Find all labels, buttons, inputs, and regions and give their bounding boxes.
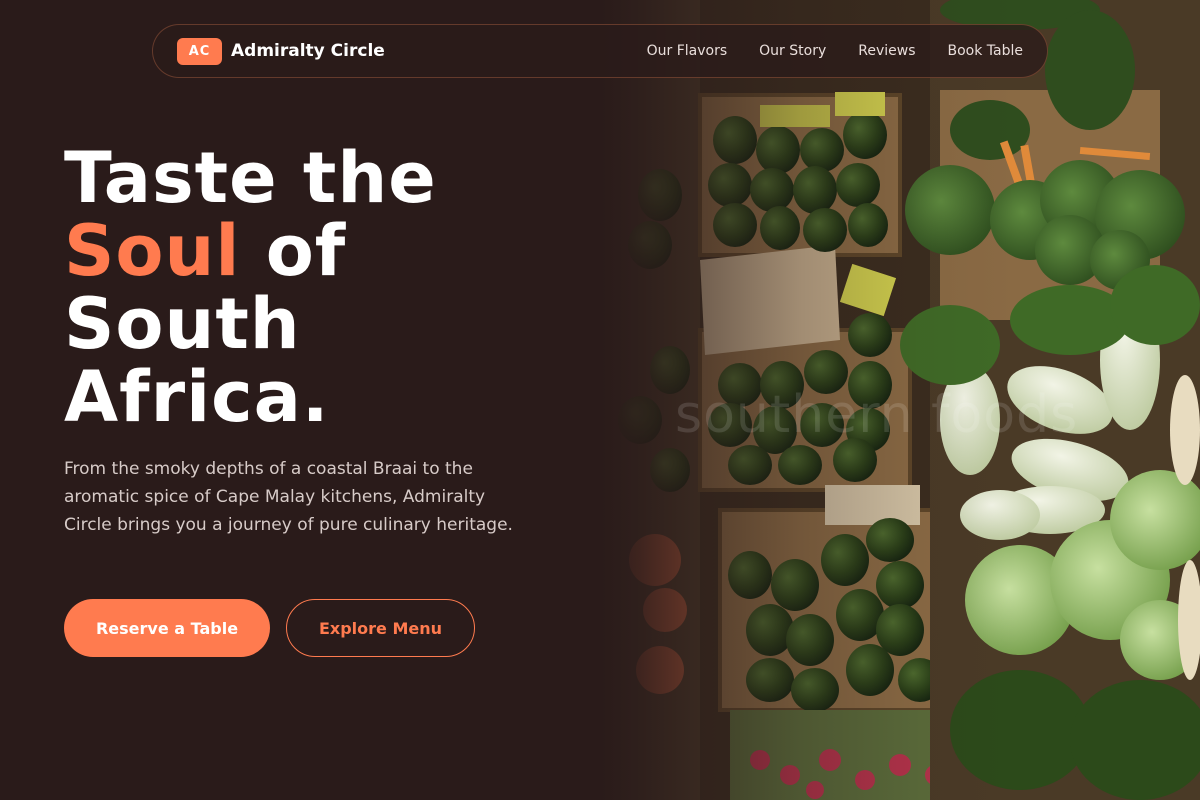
explore-menu-button[interactable]: Explore Menu: [286, 599, 475, 657]
hero-lead-paragraph: From the smoky depths of a coastal Braai…: [64, 459, 513, 535]
hero-headline: Taste the Soul of South Africa.: [64, 142, 584, 434]
brand-name: Admiralty Circle: [231, 41, 385, 61]
nav-link-our-flavors[interactable]: Our Flavors: [647, 43, 728, 59]
top-navbar: AC Admiralty Circle Our Flavors Our Stor…: [152, 24, 1048, 78]
nav-links: Our Flavors Our Story Reviews Book Table: [647, 43, 1023, 59]
headline-line-4: Africa.: [64, 356, 330, 438]
brand-logo[interactable]: AC Admiralty Circle: [177, 37, 385, 65]
brand-badge: AC: [177, 37, 222, 65]
reserve-table-button[interactable]: Reserve a Table: [64, 599, 270, 657]
headline-accent: Soul: [64, 210, 241, 292]
nav-link-book-table[interactable]: Book Table: [948, 43, 1024, 59]
nav-link-our-story[interactable]: Our Story: [759, 43, 826, 59]
nav-link-reviews[interactable]: Reviews: [858, 43, 915, 59]
headline-line-1: Taste the: [64, 137, 437, 219]
image-watermark: southern foods: [675, 385, 1079, 445]
headline-line-3: South: [64, 283, 301, 365]
headline-after-accent: of: [240, 210, 347, 292]
